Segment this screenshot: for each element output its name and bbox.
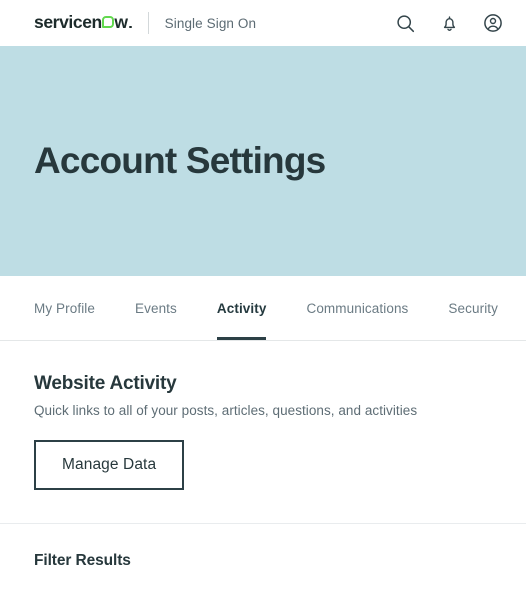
tab-security[interactable]: Security	[448, 276, 498, 340]
tab-my-profile[interactable]: My Profile	[34, 276, 95, 340]
tab-events[interactable]: Events	[135, 276, 177, 340]
section-heading: Website Activity	[34, 373, 177, 394]
top-navigation-bar: servicen w Single Sign On	[0, 0, 526, 46]
topbar-actions	[394, 12, 504, 34]
search-icon[interactable]	[394, 12, 416, 34]
brand-divider	[147, 12, 149, 34]
servicenow-logo[interactable]: servicen w	[34, 14, 132, 32]
tab-navigation: My Profile Events Activity Communication…	[0, 276, 526, 341]
logo-text-post: w	[114, 12, 128, 33]
filter-results-section: Filter Results	[0, 524, 526, 570]
tab-activity[interactable]: Activity	[216, 276, 267, 340]
page-title: Account Settings	[34, 139, 326, 181]
section-subtitle: Quick links to all of your posts, articl…	[34, 403, 418, 418]
user-account-icon[interactable]	[482, 12, 504, 34]
tab-communications[interactable]: Communications	[306, 276, 408, 340]
hero-banner: Account Settings	[0, 46, 526, 276]
manage-data-button[interactable]: Manage Data	[34, 440, 185, 490]
servicenow-logo-ring-icon	[102, 16, 115, 29]
filter-results-heading: Filter Results	[34, 552, 131, 569]
bell-icon[interactable]	[438, 12, 460, 34]
logo-dot-icon	[129, 25, 132, 29]
brand-subtitle: Single Sign On	[164, 15, 257, 31]
logo-text-pre: servicen	[34, 12, 102, 33]
brand-block: servicen w Single Sign On	[34, 12, 256, 34]
website-activity-section: Website Activity Quick links to all of y…	[0, 341, 526, 490]
